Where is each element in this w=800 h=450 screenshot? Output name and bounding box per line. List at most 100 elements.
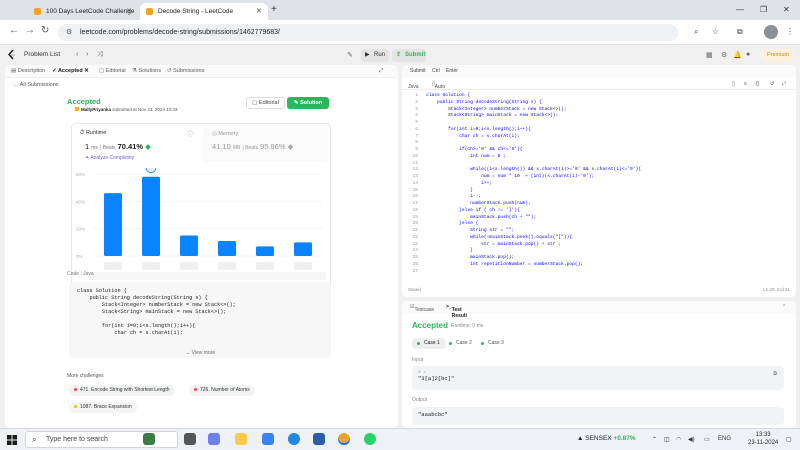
chart-bar[interactable] (294, 242, 312, 256)
url-input[interactable]: ⚙ leetcode.com/problems/decode-string/su… (58, 24, 678, 41)
copilot-icon[interactable] (208, 433, 220, 445)
bookmark-star-icon[interactable]: ☆ (712, 27, 719, 36)
tab-editorial[interactable]: ▢ Editorial (99, 68, 126, 74)
christmas-tree-icon[interactable] (143, 433, 155, 445)
code-line[interactable]: while(!mainStack.peek().equals("[")){ (426, 235, 641, 242)
site-info-icon[interactable]: ⚙ (66, 24, 72, 41)
edge-icon[interactable] (288, 433, 300, 445)
user-avatar[interactable]: ● (746, 51, 750, 58)
sensex-widget[interactable]: ▲ SENSEX +0.87% (577, 435, 636, 442)
code-line[interactable]: i--; (426, 194, 641, 201)
code-line[interactable]: for(int i=0;i<s.length();i++){ (426, 127, 641, 134)
chart-bar[interactable] (180, 235, 198, 257)
code-line[interactable]: }else { (426, 221, 641, 228)
search-icon[interactable]: ⌕ (694, 27, 698, 37)
author-avatar[interactable] (75, 107, 79, 111)
whatsapp-icon[interactable] (364, 433, 376, 445)
language-indicator[interactable]: ENG (718, 436, 731, 442)
tab-submit[interactable]: Submit (410, 68, 426, 74)
braces-icon[interactable]: {} (756, 81, 759, 87)
profile-avatar[interactable] (764, 25, 778, 39)
format-icon[interactable]: ≡ (744, 81, 747, 87)
wifi-icon[interactable]: ◠ (676, 436, 681, 443)
case-1-tab[interactable]: Case 1 (412, 338, 446, 349)
task-view-icon[interactable] (184, 433, 196, 445)
challenge-chip[interactable]: 726. Number of Atoms (189, 385, 255, 396)
collapse-icon[interactable]: ⌃ (782, 304, 786, 310)
fullscreen-icon[interactable]: ⤢ (782, 81, 786, 87)
store-icon[interactable] (313, 433, 325, 445)
chart-bar[interactable] (218, 240, 236, 256)
code-line[interactable]: public String decodeString(String s) { (426, 100, 641, 107)
code-line[interactable] (426, 269, 641, 276)
tab-solutions[interactable]: ⚗ Solutions (132, 68, 161, 74)
reset-icon[interactable]: ↺ (770, 81, 774, 87)
code-line[interactable]: } (426, 248, 641, 255)
shuffle-icon[interactable]: ⤨ (97, 51, 103, 59)
tab-submissions[interactable]: ↺ Submissions (167, 68, 204, 74)
debug-icon[interactable]: ✎ (347, 51, 353, 59)
windows-start-icon[interactable] (7, 435, 17, 445)
mail-icon[interactable] (262, 433, 274, 445)
tab-testcase[interactable]: ☑ Testcase (410, 304, 434, 313)
network-icon[interactable]: ◫ (664, 436, 670, 443)
code-line[interactable]: int repetitionNumber = numberStack.pop()… (426, 262, 641, 269)
analyze-complexity-link[interactable]: ✦ Analyze Complexity (85, 155, 134, 161)
reload-icon[interactable]: ↻ (41, 25, 49, 36)
source-code[interactable]: class Solution { public String decodeStr… (426, 93, 641, 275)
copy-icon[interactable]: ⧉ (773, 370, 777, 378)
menu-icon[interactable]: ⋮ (786, 27, 794, 36)
chart-bar[interactable] (256, 246, 274, 256)
file-explorer-icon[interactable] (235, 433, 247, 445)
code-line[interactable]: char ch = s.charAt(i); (426, 134, 641, 141)
layout-icon[interactable]: ▦ (706, 51, 713, 59)
tab-enter[interactable]: Enter (446, 68, 458, 74)
forward-icon[interactable]: → (25, 25, 35, 36)
minimize-icon[interactable]: — (736, 5, 744, 14)
notifications-icon[interactable]: 🔔 (733, 51, 742, 59)
bookmark-icon[interactable]: ▯ (732, 81, 735, 87)
tab-test-result[interactable]: >_ Test Result (446, 304, 467, 319)
prev-problem-icon[interactable]: ‹ (76, 51, 78, 58)
tab-description[interactable]: ▤ Description (11, 68, 45, 74)
chart-range-bar[interactable] (90, 272, 326, 280)
code-line[interactable]: mainStack.pop(); (426, 255, 641, 262)
language-select[interactable]: Java ⌄ (408, 81, 419, 90)
browser-tab-challenge[interactable]: 100 Days LeetCode Challenge ✕ (28, 3, 138, 20)
info-icon[interactable]: ⓘ (187, 129, 193, 138)
settings-icon[interactable]: ⚙ (721, 51, 727, 59)
code-line[interactable]: String str = ""; (426, 228, 641, 235)
memory-panel[interactable]: ◎ Memory 41.10 MB | Beats 95.96% ◆ (202, 128, 328, 162)
system-clock[interactable]: 13:33 23-11-2024 (748, 431, 778, 447)
challenge-chip[interactable]: 471. Encode String with Shortest Length (69, 385, 175, 396)
editorial-button[interactable]: ▢ Editorial (246, 97, 285, 109)
case-2-tab[interactable]: Case 2 (444, 338, 478, 349)
view-more-button[interactable]: ⌄ View more (186, 350, 215, 356)
battery-icon[interactable]: ▭ (704, 436, 710, 443)
solution-button[interactable]: ✎ Solution (287, 97, 329, 109)
submit-button[interactable]: ⇪ Submit (392, 49, 426, 62)
tab-ctrl[interactable]: Ctrl (432, 68, 440, 74)
problem-list-link[interactable]: Problem List (24, 51, 60, 58)
code-line[interactable]: Stack<String> mainStack = new Stack<>(); (426, 113, 641, 120)
code-line[interactable]: while((i<s.length()) && s.charAt(i)>='0'… (426, 167, 641, 174)
back-icon[interactable]: ← (9, 25, 19, 36)
run-button[interactable]: ▶ Run (361, 49, 389, 62)
leetcode-logo-icon[interactable] (8, 50, 16, 60)
notification-center-icon[interactable]: ▢ (786, 436, 792, 443)
show-hidden-icons[interactable]: ⌃ (652, 436, 657, 443)
tab-accepted[interactable]: ✓ Accepted ✕ (52, 68, 89, 74)
browser-tab-decode-string[interactable]: Decode String - LeetCode ✕ (140, 3, 268, 20)
code-line[interactable]: if(ch>='0' && ch<='9'){ (426, 147, 641, 154)
code-line[interactable]: int num = 0 ; (426, 154, 641, 161)
code-line[interactable]: num = num * 10 + (int)(s.charAt(i)-'0'); (426, 174, 641, 181)
taskbar-search-input[interactable]: ⌕ Type here to search (25, 431, 178, 448)
extensions-icon[interactable]: ⧉ (737, 27, 743, 37)
case-3-tab[interactable]: Case 3 (476, 338, 510, 349)
code-line[interactable] (426, 140, 641, 147)
challenge-chip[interactable]: 1087. Brace Expansion (69, 402, 137, 413)
panel-collapse-icon[interactable]: ⤢ (379, 68, 383, 75)
code-area[interactable]: 1 2 3 4 5 6 7 8 9 10 11 12 13 14 15 16 17 18 19 20 21 22 23 24 2… (402, 93, 796, 283)
close-tab-icon[interactable]: ✕ (256, 3, 262, 20)
code-line[interactable] (426, 120, 641, 127)
